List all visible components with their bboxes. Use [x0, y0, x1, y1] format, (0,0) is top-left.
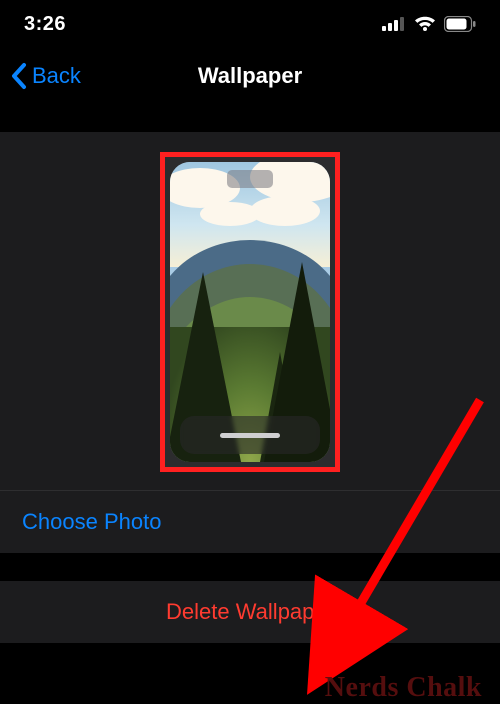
- separator: [0, 104, 500, 132]
- wallpaper-thumbnail: [170, 162, 330, 462]
- wifi-icon: [414, 16, 436, 32]
- delete-section: Delete Wallpaper: [0, 581, 500, 643]
- choose-photo-button[interactable]: Choose Photo: [0, 491, 500, 553]
- battery-icon: [444, 16, 476, 32]
- status-time: 3:26: [24, 13, 66, 36]
- wallpaper-preview[interactable]: [160, 152, 340, 472]
- watermark: Nerds Chalk: [325, 672, 482, 704]
- chevron-left-icon: [10, 62, 30, 90]
- back-label: Back: [32, 63, 81, 89]
- status-right: [382, 16, 476, 32]
- delete-wallpaper-button[interactable]: Delete Wallpaper: [0, 581, 500, 643]
- wallpaper-section: Choose Photo: [0, 132, 500, 553]
- nav-bar: Back Wallpaper: [0, 48, 500, 104]
- status-bar: 3:26: [0, 0, 500, 48]
- signal-icon: [382, 17, 406, 31]
- back-button[interactable]: Back: [10, 62, 81, 90]
- dynamic-island-placeholder: [227, 170, 273, 188]
- dock-placeholder: [180, 416, 320, 454]
- wallpaper-preview-container: [0, 132, 500, 490]
- separator: [0, 553, 500, 581]
